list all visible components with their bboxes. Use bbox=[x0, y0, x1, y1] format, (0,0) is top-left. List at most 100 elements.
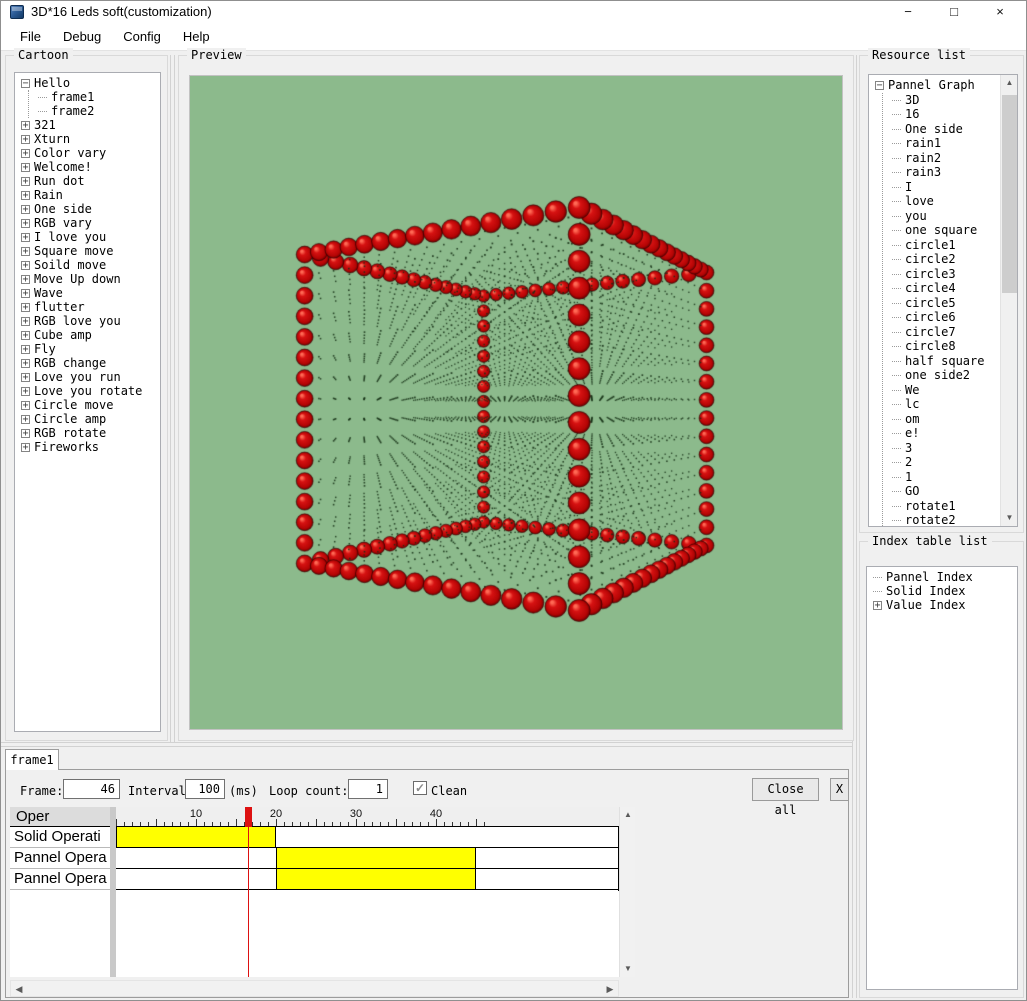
expand-icon[interactable]: + bbox=[21, 177, 30, 187]
tree-item[interactable]: circle3 bbox=[892, 267, 999, 282]
expand-icon[interactable]: + bbox=[21, 149, 30, 159]
scrollbar-thumb[interactable] bbox=[1002, 95, 1017, 293]
tree-item[interactable]: lc bbox=[892, 397, 999, 412]
x-button[interactable]: X bbox=[830, 778, 849, 801]
expand-icon[interactable]: + bbox=[21, 303, 30, 313]
tree-item[interactable]: + Fireworks bbox=[21, 440, 160, 454]
tree-item[interactable]: Pannel Index bbox=[873, 570, 1017, 584]
collapse-icon[interactable]: − bbox=[21, 79, 30, 89]
tree-item[interactable]: − Pannel Graph bbox=[875, 78, 999, 93]
expand-icon[interactable]: + bbox=[873, 601, 882, 611]
tree-item[interactable]: circle7 bbox=[892, 325, 999, 340]
splitter-bottom[interactable] bbox=[1, 742, 852, 747]
splitter-left[interactable] bbox=[170, 55, 175, 742]
clean-checkbox[interactable]: ✓ bbox=[413, 781, 427, 795]
timeline-grid[interactable]: 10 20 30 40 bbox=[116, 807, 619, 977]
tree-item[interactable]: circle2 bbox=[892, 252, 999, 267]
tree-item[interactable]: rotate2 bbox=[892, 513, 999, 526]
tree-item[interactable]: + RGB change bbox=[21, 356, 160, 370]
tree-item[interactable]: + flutter bbox=[21, 300, 160, 314]
expand-icon[interactable]: + bbox=[21, 373, 30, 383]
expand-icon[interactable]: + bbox=[21, 247, 30, 257]
tree-item[interactable]: frame2 bbox=[38, 104, 160, 118]
timeline-bar[interactable] bbox=[276, 848, 476, 868]
expand-icon[interactable]: + bbox=[21, 205, 30, 215]
tree-item[interactable]: + Fly bbox=[21, 342, 160, 356]
tree-item[interactable]: half square bbox=[892, 354, 999, 369]
timeline-row-label[interactable]: Pannel Opera bbox=[10, 869, 110, 890]
expand-icon[interactable]: + bbox=[21, 275, 30, 285]
tree-item[interactable]: + Love you rotate bbox=[21, 384, 160, 398]
scroll-left-icon[interactable]: ◀ bbox=[11, 981, 27, 997]
tree-item[interactable]: + Rain bbox=[21, 188, 160, 202]
timeline-horizontal-scrollbar[interactable]: ◀ ▶ bbox=[10, 980, 619, 997]
tree-item[interactable]: + Welcome! bbox=[21, 160, 160, 174]
tree-item[interactable]: + Square move bbox=[21, 244, 160, 258]
loop-count-input[interactable] bbox=[348, 779, 388, 799]
tree-item[interactable]: + Color vary bbox=[21, 146, 160, 160]
expand-icon[interactable]: + bbox=[21, 317, 30, 327]
expand-icon[interactable]: + bbox=[21, 163, 30, 173]
tree-item[interactable]: + I love you bbox=[21, 230, 160, 244]
tree-item[interactable]: + Cube amp bbox=[21, 328, 160, 342]
timeline-track[interactable] bbox=[116, 827, 619, 848]
tree-item[interactable]: + Love you run bbox=[21, 370, 160, 384]
timeline-track[interactable] bbox=[116, 869, 619, 890]
tree-item[interactable]: circle8 bbox=[892, 339, 999, 354]
expand-icon[interactable]: + bbox=[21, 429, 30, 439]
expand-icon[interactable]: + bbox=[21, 135, 30, 145]
tree-item[interactable]: One side bbox=[892, 122, 999, 137]
tree-item[interactable]: you bbox=[892, 209, 999, 224]
tree-item[interactable]: frame1 bbox=[38, 90, 160, 104]
tree-item[interactable]: one side2 bbox=[892, 368, 999, 383]
expand-icon[interactable]: + bbox=[21, 121, 30, 131]
expand-icon[interactable]: + bbox=[21, 359, 30, 369]
tree-item[interactable]: rotate1 bbox=[892, 499, 999, 514]
tree-item[interactable]: rain1 bbox=[892, 136, 999, 151]
menu-config[interactable]: Config bbox=[112, 24, 172, 49]
close-all-button[interactable]: Close all bbox=[752, 778, 819, 817]
tree-item[interactable]: 3D bbox=[892, 93, 999, 108]
tree-item[interactable]: 2 bbox=[892, 455, 999, 470]
tree-item[interactable]: + RGB vary bbox=[21, 216, 160, 230]
expand-icon[interactable]: + bbox=[21, 261, 30, 271]
tree-item[interactable]: + One side bbox=[21, 202, 160, 216]
tree-item[interactable]: + RGB rotate bbox=[21, 426, 160, 440]
tree-item[interactable]: + Value Index bbox=[873, 598, 1017, 612]
tree-item[interactable]: om bbox=[892, 412, 999, 427]
menu-file[interactable]: File bbox=[9, 24, 52, 49]
timeline-bar[interactable] bbox=[116, 827, 276, 847]
tree-item[interactable]: I bbox=[892, 180, 999, 195]
timeline-row-label[interactable]: Pannel Opera bbox=[10, 848, 110, 869]
tree-item[interactable]: rain2 bbox=[892, 151, 999, 166]
resource-scrollbar[interactable]: ▲ ▼ bbox=[1000, 75, 1017, 526]
timeline-track[interactable] bbox=[116, 848, 619, 869]
tree-item[interactable]: + RGB love you bbox=[21, 314, 160, 328]
expand-icon[interactable]: + bbox=[21, 219, 30, 229]
tree-item[interactable]: circle5 bbox=[892, 296, 999, 311]
expand-icon[interactable]: + bbox=[21, 289, 30, 299]
tree-item[interactable]: − Hello bbox=[21, 76, 160, 90]
expand-icon[interactable]: + bbox=[21, 401, 30, 411]
tree-item[interactable]: circle1 bbox=[892, 238, 999, 253]
timeline-vertical-scrollbar[interactable]: ▲ ▼ bbox=[619, 807, 635, 977]
tree-item[interactable]: + Circle amp bbox=[21, 412, 160, 426]
playhead-marker[interactable] bbox=[245, 807, 252, 827]
tree-item[interactable]: e! bbox=[892, 426, 999, 441]
maximize-button[interactable]: □ bbox=[931, 1, 977, 24]
tree-item[interactable]: + Soild move bbox=[21, 258, 160, 272]
tree-item[interactable]: circle4 bbox=[892, 281, 999, 296]
frame-input[interactable] bbox=[63, 779, 120, 799]
tree-item[interactable]: 16 bbox=[892, 107, 999, 122]
tree-item[interactable]: Solid Index bbox=[873, 584, 1017, 598]
tab-frame1[interactable]: frame1 bbox=[5, 749, 59, 770]
menu-debug[interactable]: Debug bbox=[52, 24, 112, 49]
timeline-bar[interactable] bbox=[276, 869, 476, 889]
tree-item[interactable]: + Wave bbox=[21, 286, 160, 300]
expand-icon[interactable]: + bbox=[21, 191, 30, 201]
tree-item[interactable]: rain3 bbox=[892, 165, 999, 180]
tree-item[interactable]: circle6 bbox=[892, 310, 999, 325]
minimize-button[interactable]: − bbox=[885, 1, 931, 24]
expand-icon[interactable]: + bbox=[21, 387, 30, 397]
menu-help[interactable]: Help bbox=[172, 24, 221, 49]
